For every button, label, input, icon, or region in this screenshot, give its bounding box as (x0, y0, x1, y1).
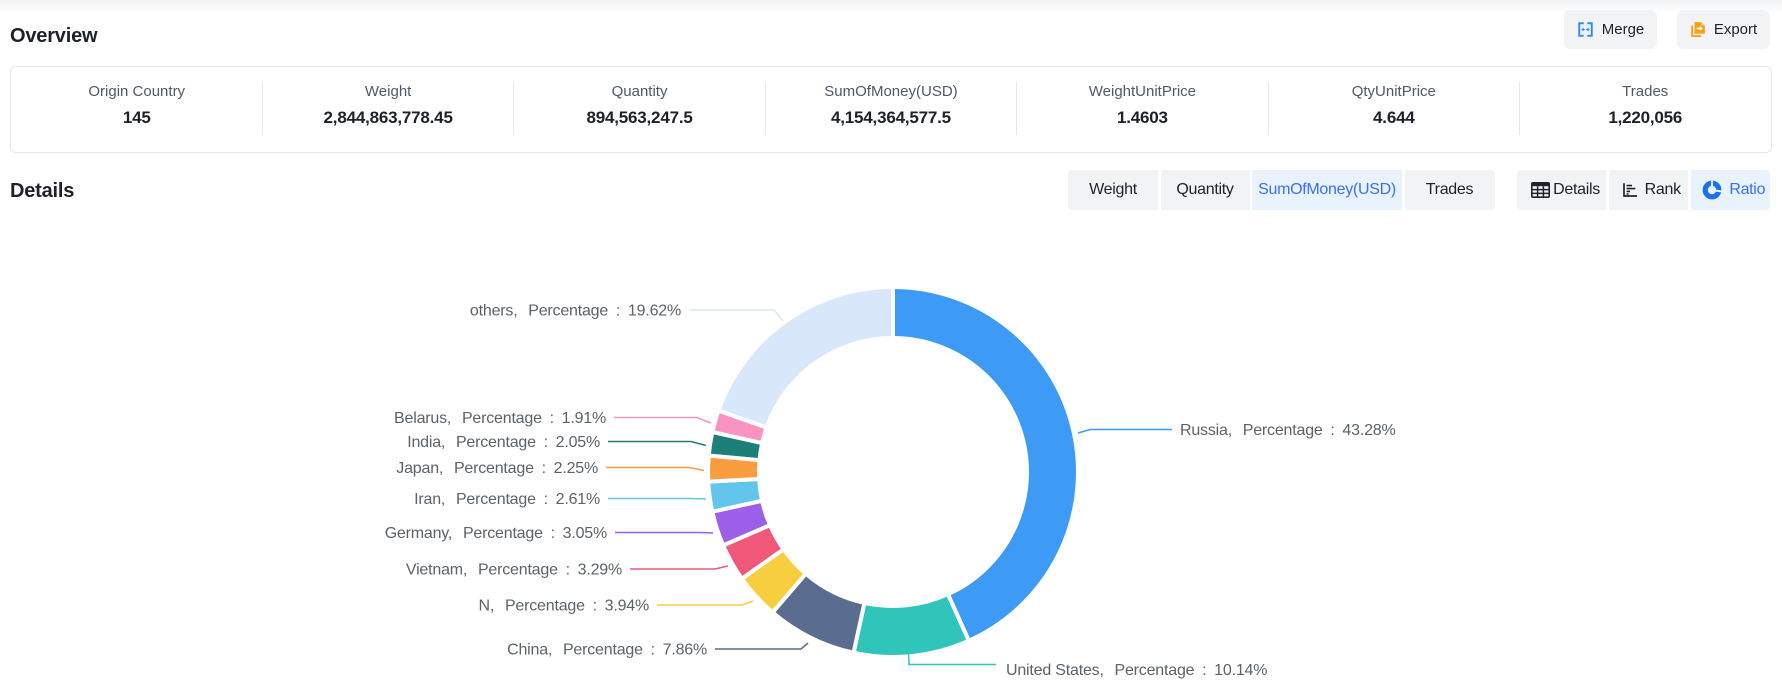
svg-text:others, Percentage : 19.62%: others, Percentage : 19.62% (470, 302, 681, 319)
svg-text:Japan, Percentage : 2.25%: Japan, Percentage : 2.25% (396, 460, 598, 477)
svg-text:China, Percentage : 7.86%: China, Percentage : 7.86% (507, 641, 707, 658)
svg-text:Belarus, Percentage : 1.91%: Belarus, Percentage : 1.91% (394, 410, 606, 427)
svg-text:Vietnam, Percentage : 3.29%: Vietnam, Percentage : 3.29% (406, 561, 622, 578)
svg-text:Iran, Percentage : 2.61%: Iran, Percentage : 2.61% (414, 491, 600, 508)
svg-text:India, Percentage : 2.05%: India, Percentage : 2.05% (407, 434, 600, 451)
svg-text:United States, Percentage : 1: United States, Percentage : 10.14% (1006, 662, 1267, 679)
svg-text:N, Percentage : 3.94%: N, Percentage : 3.94% (479, 597, 649, 614)
svg-text:Russia, Percentage : 43.28%: Russia, Percentage : 43.28% (1180, 422, 1396, 439)
svg-text:Germany, Percentage : 3.05%: Germany, Percentage : 3.05% (385, 525, 607, 542)
